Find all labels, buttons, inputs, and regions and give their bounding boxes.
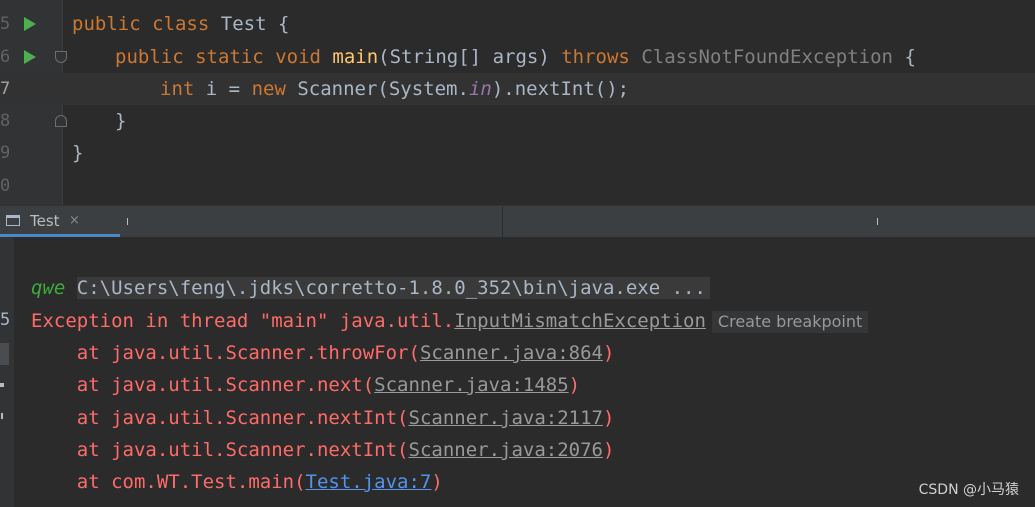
stack-frame: at java.util.Scanner.throwFor(Scanner.ja… [31,337,615,369]
brace-token: { [277,13,290,35]
stack-frame-link[interactable]: Scanner.java:864 [420,342,603,364]
stack-frame-suffix: ) [602,407,615,429]
stack-frame-link[interactable]: Scanner.java:1485 [374,374,568,396]
run-class-icon[interactable] [24,17,36,31]
stack-frame-link[interactable]: Test.java:7 [306,471,432,493]
code-line[interactable]: 0 [0,170,1035,202]
brace-token: { [904,46,916,68]
stack-frame-suffix: ) [431,471,443,493]
code-editor[interactable]: 5 public class Test { 6 public static vo… [0,0,1035,205]
keyword-token: new [251,78,286,100]
tab-test[interactable]: Test × [0,206,120,237]
print-icon[interactable] [0,383,4,387]
create-breakpoint-button[interactable]: Create breakpoint [711,310,869,333]
exception-class-link[interactable]: InputMismatchException [454,310,706,332]
code-line[interactable]: 5 public class Test { [0,8,1035,40]
code-text: } [72,137,83,169]
keyword-token: int [160,78,195,100]
code-text: public static void main(String[] args) t… [115,41,916,73]
keyword-token: void [275,46,321,68]
line-number: 5 [0,14,11,34]
stack-frame: at java.util.Scanner.next(Scanner.java:1… [31,369,580,401]
class-name-token: Test [220,13,267,35]
static-field-token: in [468,78,492,100]
line-number: 7 [0,79,11,99]
code-text: } [115,105,126,137]
operator-token: = [217,78,252,100]
expression-token: Scanner(System. [297,78,469,100]
stack-frame-text: at java.util.Scanner.nextInt( [31,439,409,461]
param-type-token: (String[] [378,46,493,68]
keyword-token: static [195,46,264,68]
method-name-token: main [332,46,379,68]
pin-icon[interactable] [1,413,3,419]
stack-frame-text: at com.WT.Test.main( [31,471,306,493]
unused-exception-token: ClassNotFoundException [641,46,893,68]
expression-token: ).nextInt(); [491,78,630,100]
console-output[interactable]: 5 C:\Users\feng\.jdks\corretto-1.8.0_352… [0,237,1035,507]
code-line[interactable]: 8 } [0,105,1035,137]
keyword-token: throws [561,46,630,68]
stack-frame-text: at java.util.Scanner.nextInt( [31,407,409,429]
paren-token: ) [538,46,562,68]
param-name-token: args [492,46,539,68]
line-number: 9 [0,143,11,163]
run-tab-bar: Test × [0,205,1035,237]
stack-frame: at com.WT.Test.main(Test.java:7) [31,466,443,498]
code-line[interactable]: 9 } [0,137,1035,169]
keyword-token: public [72,13,141,35]
stack-frame-suffix: ) [602,342,615,364]
stack-frame-text: at java.util.Scanner.next( [31,374,375,396]
line-number: 6 [0,47,11,67]
stack-frame-text: at java.util.Scanner.throwFor( [31,342,420,364]
line-number: 8 [0,111,11,131]
stack-frame-suffix: ) [568,374,581,396]
tab-splitter [877,218,878,225]
scroll-to-end-button[interactable] [0,343,9,365]
code-text: int i = new Scanner(System.in).nextInt()… [160,73,629,105]
brace-token: } [72,142,84,164]
exception-line: Exception in thread "main" java.util.Inp… [31,305,869,337]
stack-frame-link[interactable]: Scanner.java:2076 [409,439,603,461]
exception-prefix: Exception in thread "main" java.util. [31,310,455,332]
console-icon [6,215,20,226]
tab-splitter [127,218,128,225]
fold-close-icon[interactable] [55,115,67,127]
code-line[interactable]: 6 public static void main(String[] args)… [0,41,1035,73]
code-line-current[interactable]: 7 int i = new Scanner(System.in).nextInt… [0,73,1035,105]
csdn-watermark: CSDN @小马猿 [918,482,1019,498]
keyword-token: class [152,13,210,35]
gutter-digit: 5 [0,310,11,330]
close-icon[interactable]: × [69,213,80,228]
stack-frame-link[interactable]: Scanner.java:2117 [409,407,603,429]
brace-token: } [115,110,127,132]
stack-frame: at java.util.Scanner.nextInt(Scanner.jav… [31,402,615,434]
pane-divider [502,206,503,237]
line-number: 0 [0,176,11,196]
fold-open-icon[interactable] [55,51,67,63]
stack-frame-suffix: ) [602,439,615,461]
console-input-echo: qwe [31,277,66,299]
tab-label: Test [30,212,60,230]
variable-token: i [205,78,218,100]
command-text: C:\Users\feng\.jdks\corretto-1.8.0_352\b… [76,277,710,299]
code-text: public class Test { [72,8,289,40]
stack-frame: at java.util.Scanner.nextInt(Scanner.jav… [31,434,615,466]
run-method-icon[interactable] [24,50,36,64]
console-gutter: 5 [0,237,14,507]
keyword-token: public [115,46,184,68]
